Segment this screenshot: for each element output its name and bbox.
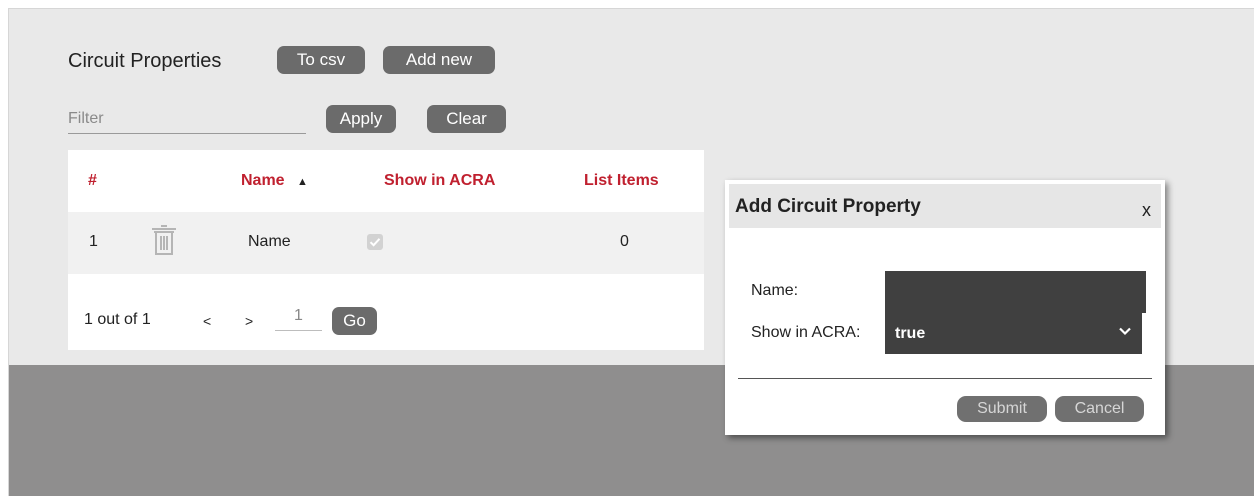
pager-summary: 1 out of 1 (84, 311, 151, 328)
row-name: Name (248, 233, 291, 250)
table-row: 1 Name 0 (68, 212, 704, 274)
name-label: Name: (751, 282, 799, 299)
cancel-button[interactable]: Cancel (1055, 396, 1144, 422)
column-header-index: # (88, 172, 97, 189)
page-number-field (275, 304, 322, 331)
go-button[interactable]: Go (332, 307, 377, 335)
column-header-name-label: Name (241, 172, 285, 189)
trash-icon[interactable] (151, 224, 177, 261)
show-in-acra-select[interactable]: true (885, 312, 1142, 354)
app-frame: Circuit Properties To csv Add new Apply … (8, 8, 1254, 496)
to-csv-button[interactable]: To csv (277, 46, 365, 74)
add-new-button[interactable]: Add new (383, 46, 495, 74)
column-header-list-items: List Items (584, 172, 659, 189)
column-header-show-in-acra: Show in ACRA (384, 172, 496, 189)
filter-input[interactable] (68, 107, 306, 131)
row-index: 1 (89, 233, 98, 250)
prev-page-button[interactable]: < (203, 313, 211, 329)
show-in-acra-selected-value: true (895, 325, 926, 342)
page-title: Circuit Properties (68, 50, 222, 72)
properties-table: # Name ▲ Show in ACRA List Items 1 Name … (68, 150, 704, 350)
page-number-input[interactable] (275, 304, 322, 328)
dialog-title: Add Circuit Property (735, 196, 921, 217)
show-in-acra-checkbox (367, 234, 383, 250)
close-button[interactable]: x (1142, 200, 1151, 221)
next-page-button[interactable]: > (245, 313, 253, 329)
dialog-header: Add Circuit Property x (729, 184, 1161, 228)
name-input[interactable] (885, 271, 1146, 313)
dialog-divider (738, 378, 1152, 379)
apply-button[interactable]: Apply (326, 105, 396, 133)
clear-button[interactable]: Clear (427, 105, 506, 133)
add-circuit-property-dialog: Add Circuit Property x Name: Show in ACR… (725, 180, 1165, 435)
filter-field (68, 107, 306, 134)
submit-button[interactable]: Submit (957, 396, 1047, 422)
sort-ascending-icon: ▲ (297, 176, 308, 188)
show-in-acra-label: Show in ACRA: (751, 324, 861, 341)
check-icon (369, 238, 381, 247)
column-header-name[interactable]: Name ▲ (241, 172, 308, 190)
chevron-down-icon (1118, 324, 1132, 343)
row-list-items: 0 (620, 233, 629, 250)
